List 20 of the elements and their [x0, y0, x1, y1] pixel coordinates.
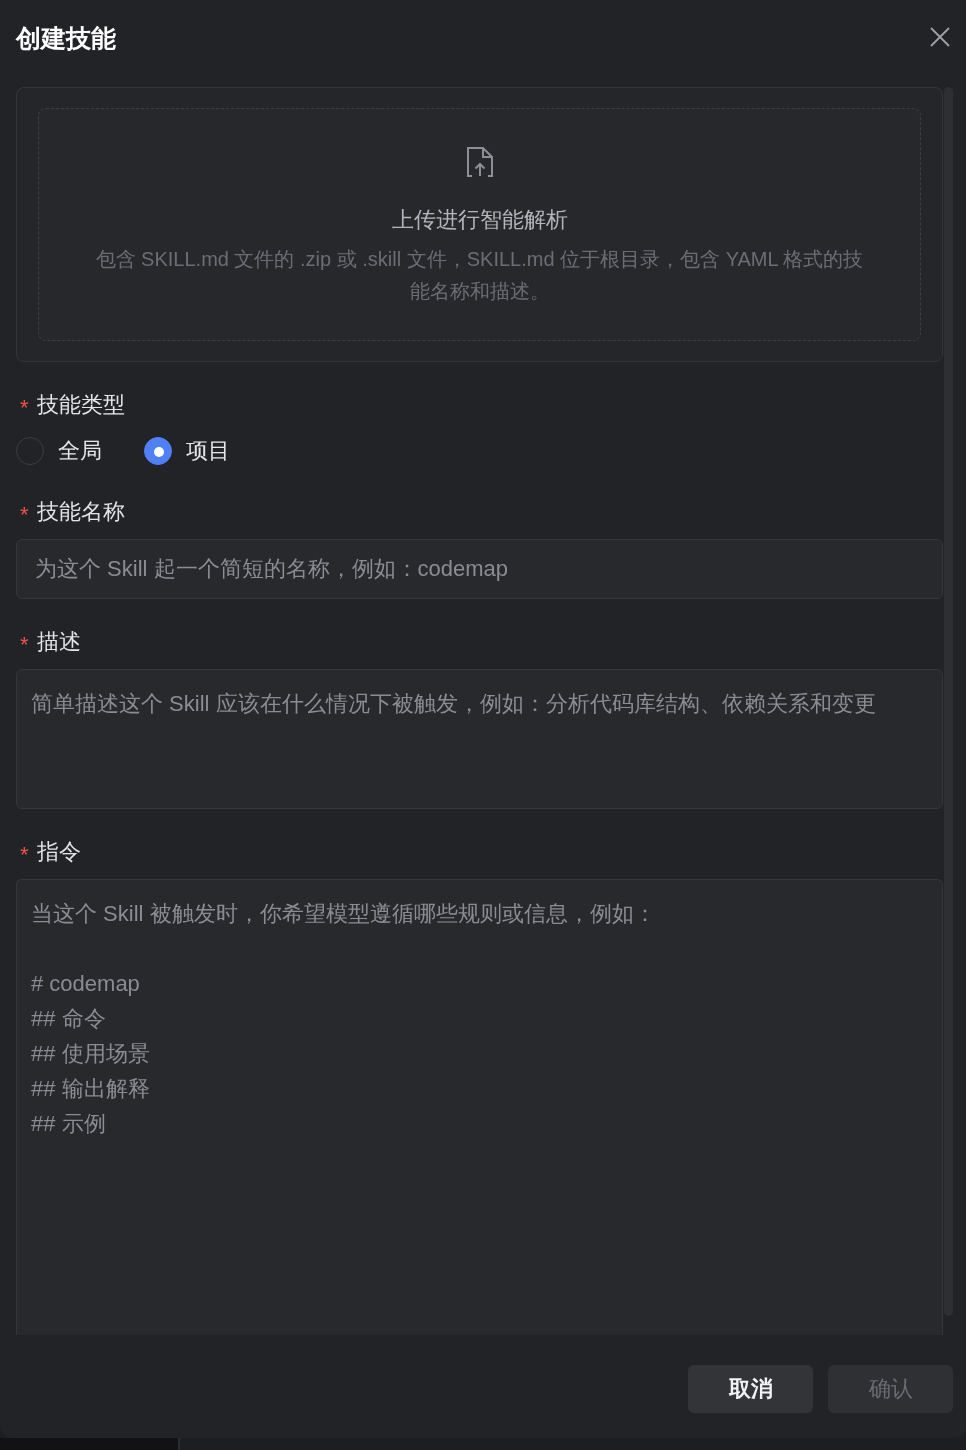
textarea-field[interactable]: 简单描述这个 Skill 应该在什么情况下被触发，例如：分析代码库结构、依赖关系和变更 — [16, 669, 943, 809]
textarea-field[interactable]: 当这个 Skill 被触发时，你希望模型遵循哪些规则或信息，例如： # codemap ## 命令 ## 使用场景 ## 输出解释 ## 示例 — [16, 879, 943, 1335]
file-upload-icon — [466, 147, 493, 177]
field-label: 指令 — [37, 838, 81, 866]
field-label: 技能名称 — [37, 498, 125, 526]
required-mark: * — [20, 631, 30, 659]
upload-title: 上传进行智能解析 — [391, 206, 568, 234]
close-icon[interactable] — [930, 27, 950, 47]
field-label: 技能类型 — [37, 391, 125, 419]
field-label: 描述 — [37, 628, 81, 656]
upload-dropzone[interactable]: 上传进行智能解析 包含 SKILL.md 文件的 .zip 或 .skill 文件，SKILL.md 位于根目录，包含 YAML 格式的技能名称和描述。 — [38, 108, 921, 341]
required-mark: * — [20, 841, 30, 869]
required-mark: * — [20, 394, 30, 422]
dialog-button[interactable]: 取消 — [688, 1365, 813, 1413]
radio-option[interactable]: 项目 — [144, 436, 230, 466]
text-input[interactable]: 为这个 Skill 起一个简短的名称，例如：codemap — [16, 539, 943, 599]
dialog-title: 创建技能 — [16, 23, 116, 54]
upload-description: 包含 SKILL.md 文件的 .zip 或 .skill 文件，SKILL.md 位于根目录，包含 YAML 格式的技能名称和描述。 — [94, 247, 865, 304]
required-mark: * — [20, 501, 30, 529]
radio-option[interactable]: 全局 — [16, 436, 102, 466]
